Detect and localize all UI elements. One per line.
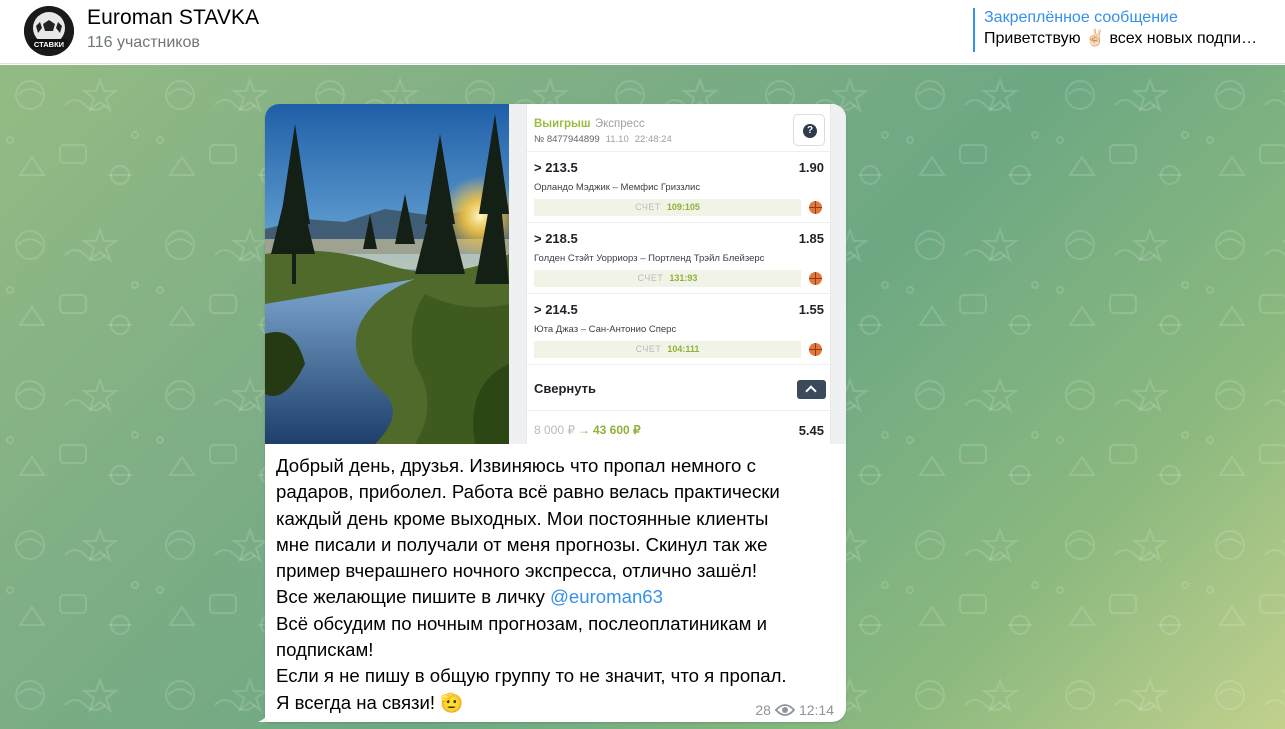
chat-header: СТАВКИ Euroman STAVKA 116 участников Зак… xyxy=(0,0,1285,64)
soccer-ball-logo-icon: СТАВКИ xyxy=(24,6,74,56)
score-value: 104:111 xyxy=(667,344,700,354)
channel-name[interactable]: Euroman STAVKA xyxy=(87,6,259,30)
user-mention-link[interactable]: @euroman63 xyxy=(550,586,663,607)
collapse-label: Свернуть xyxy=(534,381,596,396)
bet-type: Экспресс xyxy=(594,118,645,130)
eye-icon xyxy=(774,704,795,716)
bet-status: Выигрыш xyxy=(534,118,591,130)
message-bubble[interactable]: Выигрыш Экспресс № 8477944899 11.10 22:48:… xyxy=(265,104,846,722)
score-label: СЧЕТ xyxy=(635,202,661,212)
question-icon: ? xyxy=(803,124,817,138)
text-line: Все желающие пишите в личку @euroman63 xyxy=(276,584,838,610)
channel-avatar[interactable]: СТАВКИ xyxy=(24,6,74,56)
score-label: СЧЕТ xyxy=(635,344,662,354)
bet-odd: 1.85 xyxy=(798,231,824,246)
text-line: Добрый день, друзья. Извиняюсь что пропа… xyxy=(276,455,756,476)
bet-number: № 8477944899 xyxy=(534,134,600,145)
text-fragment: Все желающие пишите в личку xyxy=(276,586,551,608)
basketball-icon xyxy=(809,343,822,356)
svg-text:СТАВКИ: СТАВКИ xyxy=(34,40,64,49)
score-label: СЧЕТ xyxy=(637,273,664,283)
arrow-right-icon: → xyxy=(578,423,590,437)
bet-row: > 218.5 1.85 Голден Стэйт Уорриорз – Пор… xyxy=(527,222,832,292)
bet-time: 22:48:24 xyxy=(634,134,672,145)
text-line: подпискам! xyxy=(276,639,374,661)
bet-line: > 214.5 xyxy=(534,302,578,317)
basketball-icon xyxy=(809,272,822,285)
bet-odd: 1.55 xyxy=(798,302,824,317)
text-line: Если я не пишу в общую группу то не знач… xyxy=(276,665,787,687)
bet-row: > 214.5 1.55 Юта Джаз – Сан-Антонио Спер… xyxy=(527,293,832,363)
bet-score: СЧЕТ 109:105 xyxy=(534,199,801,216)
view-count: 28 xyxy=(755,702,771,718)
payout-amount: 43 600 ₽ xyxy=(593,423,641,437)
message-time: 12:14 xyxy=(798,702,834,718)
bet-slip-card: Выигрыш Экспресс № 8477944899 11.10 22:48:… xyxy=(526,104,832,444)
subscriber-count: 116 участников xyxy=(87,34,200,51)
text-line: Всё обсудим по ночным прогнозам, послеоп… xyxy=(276,612,767,634)
message-meta: 28 12:14 xyxy=(755,702,834,718)
text-line: пример вчерашнего ночного экспресса, отл… xyxy=(276,560,757,582)
bet-date: 11.10 xyxy=(605,134,629,145)
bet-line: > 213.5 xyxy=(534,160,578,175)
bet-slip-screenshot[interactable]: Выигрыш Экспресс № 8477944899 11.10 22:48:… xyxy=(509,104,846,444)
bet-teams: Орландо Мэджик – Мемфис Гриззлис xyxy=(534,182,701,193)
pinned-message[interactable]: Закреплённое сообщение Приветствую ✌🏻 вс… xyxy=(973,8,1278,52)
collapse-row: Свернуть xyxy=(527,364,832,410)
score-value: 131:93 xyxy=(669,273,698,283)
bet-line: > 218.5 xyxy=(534,231,578,246)
bet-score: СЧЕТ 131:93 xyxy=(534,270,801,287)
bet-slip-header: Выигрыш Экспресс xyxy=(534,114,645,132)
basketball-icon xyxy=(809,201,822,214)
bet-teams: Голден Стэйт Уорриорз – Портленд Трэйл Б… xyxy=(534,253,765,264)
bet-total-row: 8 000 ₽ → 43 600 ₽ 5.45 xyxy=(527,410,832,444)
bet-teams: Юта Джаз – Сан-Антонио Сперс xyxy=(534,324,677,335)
help-button: ? xyxy=(793,114,825,146)
bet-odd: 1.90 xyxy=(798,160,824,175)
score-value: 109:105 xyxy=(666,202,700,212)
bet-score: СЧЕТ 104:111 xyxy=(534,341,801,358)
landscape-image xyxy=(265,104,509,444)
message-photo[interactable] xyxy=(265,104,509,444)
text-line: каждый день кроме выходных. Мои постоянн… xyxy=(276,507,769,529)
bet-row: > 213.5 1.90 Орландо Мэджик – Мемфис Гри… xyxy=(527,151,832,221)
text-line: Я всегда на связи! 🫡 xyxy=(276,691,464,713)
message-text: Добрый день, друзья. Извиняюсь что пропа… xyxy=(276,453,838,716)
chevron-up-icon xyxy=(797,380,826,399)
text-line: мне писали и получали от меня прогнозы. … xyxy=(276,533,768,555)
text-line: радаров, приболел. Работа всё равно вела… xyxy=(276,481,780,503)
pinned-text: Приветствую ✌🏻 всех новых подпи… xyxy=(984,30,1258,47)
bet-number-line: № 8477944899 11.10 22:48:24 xyxy=(534,134,672,145)
bet-total: 8 000 ₽ → 43 600 ₽ xyxy=(534,423,641,437)
total-odd: 5.45 xyxy=(798,423,824,438)
stake-amount: 8 000 ₽ xyxy=(534,423,575,437)
pinned-title: Закреплённое сообщение xyxy=(984,9,1178,26)
chat-area: Выигрыш Экспресс № 8477944899 11.10 22:48:… xyxy=(0,65,1285,729)
